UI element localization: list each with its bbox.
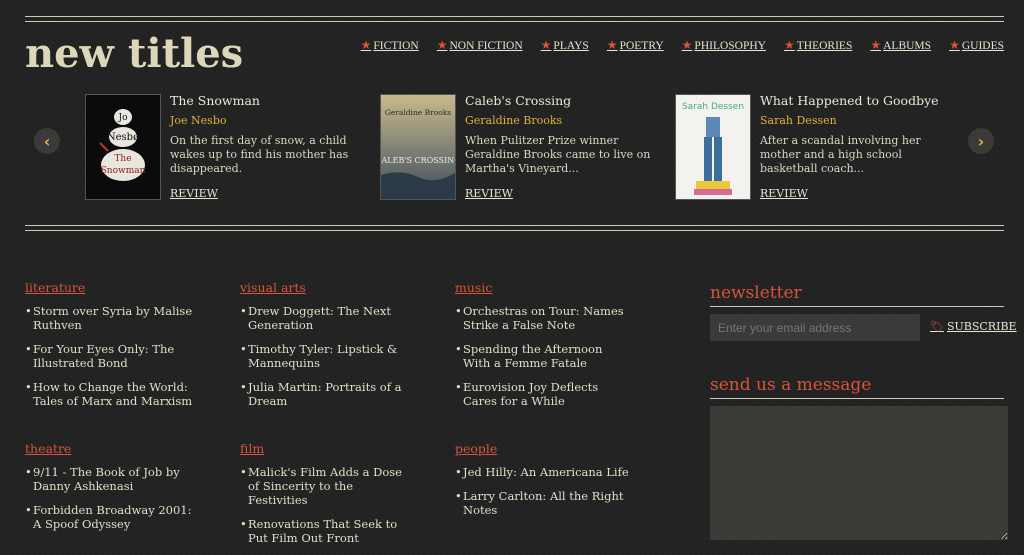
book-title[interactable]: Caleb's Crossing [465,94,665,108]
book-card: Sarah Dessen What Happened to Goodbye Sa… [675,94,965,204]
list-item[interactable]: Storm over Syria by Malise Ruthven [25,304,200,332]
nav-label: GUIDES [961,39,1004,52]
book-author[interactable]: Joe Nesbo [170,114,370,128]
list-item[interactable]: Julia Martin: Portraits of a Dream [240,380,415,408]
chevron-left-icon: ‹ [43,131,51,151]
subscribe-label: SUBSCRIBE [946,320,1017,333]
newsletter-heading: newsletter [710,283,1004,307]
top-rule [25,16,1004,22]
nav-label: THEORIES [796,39,853,52]
nav-label: ALBUMS [883,39,932,52]
category-heading[interactable]: film [240,441,415,457]
book-description: On the first day of snow, a child wakes … [170,134,349,175]
cover-text: Snowman [101,166,146,176]
list-item[interactable]: Jed Hilly: An Americana Life [455,465,630,479]
cover-text: Sarah Dessen [682,102,744,112]
book-author[interactable]: Sarah Dessen [760,114,960,128]
snowman-cover-art: Jo Nesbø The Snowman [99,109,146,181]
nav-label: PHILOSOPHY [694,39,766,52]
list-item[interactable]: For Your Eyes Only: The Illustrated Bond [25,342,200,370]
message-heading: send us a message [710,375,1004,399]
email-field[interactable] [710,314,920,341]
goodbye-cover-art: Sarah Dessen [682,102,744,195]
list-item[interactable]: Timothy Tyler: Lipstick & Mannequins [240,342,415,370]
category-heading[interactable]: people [455,441,630,457]
nav-poetry[interactable]: ★ POETRY [607,38,664,53]
book-description: When Pulitzer Prize winner Geraldine Bro… [465,134,651,175]
nav-philosophy[interactable]: ★ PHILOSOPHY [682,38,766,53]
list-item[interactable]: How to Change the World: Tales of Marx a… [25,380,200,408]
category-heading[interactable]: visual arts [240,280,415,296]
star-icon: ★ [360,38,372,52]
nav-fiction[interactable]: ★ FICTION [361,38,419,53]
book-title[interactable]: The Snowman [170,94,370,108]
book-cover[interactable]: Sarah Dessen [675,94,751,200]
list-item[interactable]: Forbidden Broadway 2001: A Spoof Odyssey [25,503,200,531]
star-icon: ★ [870,38,882,52]
category-theatre: theatre 9/11 - The Book of Job by Danny … [25,441,200,541]
list-item[interactable]: 9/11 - The Book of Job by Danny Ashkenas… [25,465,200,493]
category-heading[interactable]: music [455,280,630,296]
star-icon: ★ [784,38,795,52]
book-info: The Snowman Joe Nesbo On the first day o… [170,94,370,201]
list-item[interactable]: Malick's Film Adds a Dose of Sincerity t… [240,465,415,507]
star-icon: ★ [681,38,693,52]
nav-albums[interactable]: ★ ALBUMS [870,38,931,53]
list-item[interactable]: Orchestras on Tour: Names Strike a False… [455,304,630,332]
cover-text: CALEB'S CROSSING [381,156,455,165]
nav-non-fiction[interactable]: ★ NON FICTION [437,38,523,53]
chevron-right-icon: › [977,131,985,151]
nav-plays[interactable]: ★ PLAYS [541,38,589,53]
review-link[interactable]: REVIEW [170,187,218,200]
nav-guides[interactable]: ★ GUIDES [949,38,1004,53]
category-people: people Jed Hilly: An Americana Life Larr… [455,441,630,527]
cover-text: The [114,154,131,164]
message-textarea[interactable] [710,406,1008,540]
subscribe-button[interactable]: 🏷 SUBSCRIBE [930,320,1017,333]
calebs-crossing-cover-art: Geraldine Brooks CALEB'S CROSSING [375,108,461,199]
nav-label: PLAYS [553,39,589,52]
list-item[interactable]: Larry Carlton: All the Right Notes [455,489,630,517]
category-heading[interactable]: theatre [25,441,200,457]
book-card: Geraldine Brooks CALEB'S CROSSING Caleb'… [375,94,670,204]
cover-text: Jo [117,113,127,123]
review-link[interactable]: REVIEW [465,187,513,200]
page-title: new titles [25,30,244,77]
star-icon: ★ [949,38,960,52]
book-info: What Happened to Goodbye Sarah Dessen Af… [760,94,960,201]
cover-text: Geraldine Brooks [385,108,451,117]
category-heading[interactable]: literature [25,280,200,296]
middle-rule [25,225,1004,231]
book-card: Jo Nesbø The Snowman The Snowman Joe Nes… [85,94,375,204]
category-music: music Orchestras on Tour: Names Strike a… [455,280,630,418]
list-item[interactable]: Renovations That Seek to Put Film Out Fr… [240,517,415,545]
book-cover[interactable]: Jo Nesbø The Snowman [85,94,161,200]
book-cover[interactable]: Geraldine Brooks CALEB'S CROSSING [375,94,461,200]
main-nav: ★ FICTION ★ NON FICTION ★ PLAYS ★ POETRY ★ PH… [343,38,1004,53]
category-literature: literature Storm over Syria by Malise Ru… [25,280,200,418]
star-icon: ★ [606,38,618,52]
book-title[interactable]: What Happened to Goodbye [760,94,960,108]
review-link[interactable]: REVIEW [760,187,808,200]
book-description: After a scandal involving her mother and… [760,134,921,175]
list-item[interactable]: Spending the Afternoon With a Femme Fata… [455,342,630,370]
cover-text: Nesbø [107,132,139,143]
list-item[interactable]: Eurovision Joy Deflects Cares for a Whil… [455,380,630,408]
nav-theories[interactable]: ★ THEORIES [784,38,852,53]
carousel-prev-button[interactable]: ‹ [34,128,60,154]
star-icon: ★ [436,38,448,52]
nav-label: POETRY [619,39,664,52]
nav-label: FICTION [373,39,419,52]
category-film: film Malick's Film Adds a Dose of Sincer… [240,441,415,555]
book-author[interactable]: Geraldine Brooks [465,114,665,128]
category-visual-arts: visual arts Drew Doggett: The Next Gener… [240,280,415,418]
tag-icon: 🏷 [930,320,944,333]
book-info: Caleb's Crossing Geraldine Brooks When P… [465,94,665,201]
list-item[interactable]: Drew Doggett: The Next Generation [240,304,415,332]
star-icon: ★ [540,38,552,52]
carousel-next-button[interactable]: › [968,128,994,154]
nav-label: NON FICTION [449,39,523,52]
